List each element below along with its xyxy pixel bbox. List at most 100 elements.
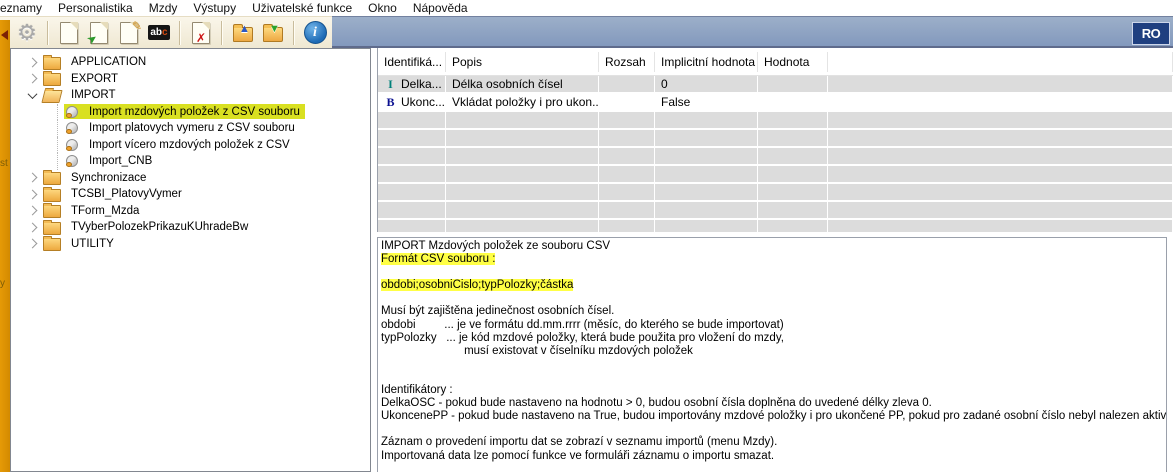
tree-item-import-platovych-vymeru-z-csv-souboru[interactable]: Import platovych vymeru z CSV souboru (11, 120, 370, 137)
table-cell (828, 202, 1173, 218)
column-header-identifik-[interactable]: Identifiká... (378, 52, 446, 72)
highlighted-text: obdobi;osobniCislo;typPolozky;částka (381, 279, 573, 291)
table-cell (446, 166, 599, 182)
info-icon[interactable]: i (302, 20, 328, 46)
table-cell (378, 202, 446, 218)
gear-icon[interactable]: ⚙ (14, 20, 40, 46)
table-cell (758, 166, 828, 182)
dock-strip[interactable]: st y (0, 20, 10, 472)
delete-document-icon[interactable]: ✗ (188, 20, 214, 46)
description-line (381, 358, 1166, 371)
table-row[interactable]: BUkonc...Vkládat položky i pro ukon...Fa… (378, 94, 1173, 110)
tree-item-label: TVyberPolozekPrikazuKUhradeBw (68, 221, 251, 233)
description-line (381, 423, 1166, 436)
table-row[interactable] (378, 148, 1173, 164)
table-cell (378, 220, 446, 232)
table-cell (655, 130, 758, 146)
table-row[interactable] (378, 202, 1173, 218)
description-line: Identifikátory : (381, 384, 1166, 397)
tree-item-label: UTILITY (68, 238, 117, 250)
chevron-right-icon[interactable] (28, 74, 38, 84)
parameter-table: Identifiká...PopisRozsahImplicitní hodno… (377, 48, 1173, 232)
table-cell (599, 76, 655, 92)
menu-item-v-stupy[interactable]: Výstupy (185, 1, 244, 15)
tree-item-import-v-cero-mzdov-ch-polo-ek-z-csv[interactable]: Import vícero mzdových položek z CSV (11, 137, 370, 154)
table-cell (655, 112, 758, 128)
tree-item-application[interactable]: APPLICATION (11, 54, 370, 71)
description-line: UkoncenePP - pokud bude nastaveno na Tru… (381, 410, 1166, 423)
chevron-right-icon[interactable] (28, 222, 38, 232)
chevron-right-icon[interactable] (28, 173, 38, 183)
menu-item-u-ivatelsk-funkce[interactable]: Uživatelské funkce (244, 1, 360, 15)
tree-item-tvyberpolozekprikazukuhradebw[interactable]: TVyberPolozekPrikazuKUhradeBw (11, 219, 370, 236)
table-row[interactable] (378, 220, 1173, 232)
table-cell: IDelka... (378, 76, 446, 92)
tree-item-label: TForm_Mzda (68, 205, 142, 217)
table-cell (828, 112, 1173, 128)
new-document-icon[interactable] (56, 20, 82, 46)
menu-item-okno[interactable]: Okno (360, 1, 405, 15)
tree-item-export[interactable]: EXPORT (11, 71, 370, 88)
table-cell (599, 184, 655, 200)
tree-item-utility[interactable]: UTILITY (11, 236, 370, 253)
chevron-right-icon[interactable] (28, 189, 38, 199)
table-row[interactable] (378, 184, 1173, 200)
abc-icon[interactable]: abc (146, 20, 172, 46)
table-cell (758, 148, 828, 164)
table-row[interactable] (378, 166, 1173, 182)
menu-item-personalistika[interactable]: Personalistika (50, 1, 141, 15)
table-cell (599, 112, 655, 128)
menu-item-n-pov-da[interactable]: Nápověda (405, 1, 476, 15)
folder-export-icon[interactable]: ▲ (230, 20, 256, 46)
column-header-spacer[interactable] (828, 52, 1173, 72)
table-row[interactable] (378, 130, 1173, 146)
folder-import-icon[interactable]: ▼ (260, 20, 286, 46)
column-header-hodnota[interactable]: Hodnota (758, 52, 828, 72)
table-cell: BUkonc... (378, 94, 446, 110)
table-cell (446, 148, 599, 164)
table-header-row: Identifiká...PopisRozsahImplicitní hodno… (378, 48, 1173, 76)
column-header-implicitn-hodnota[interactable]: Implicitní hodnota (655, 52, 758, 72)
chevron-right-icon[interactable] (28, 239, 38, 249)
table-cell (599, 148, 655, 164)
menu-bar: eznamyPersonalistikaMzdyVýstupyUživatels… (0, 0, 1173, 16)
table-cell (828, 184, 1173, 200)
folder-icon (43, 238, 61, 251)
table-row[interactable] (378, 112, 1173, 128)
table-cell (599, 202, 655, 218)
tree-item-tform-mzda[interactable]: TForm_Mzda (11, 203, 370, 220)
collapse-left-icon[interactable] (1, 30, 8, 40)
table-cell (446, 130, 599, 146)
tree-item-tcsbi-platovyvymer[interactable]: TCSBI_PlatovyVymer (11, 186, 370, 203)
description-line: IMPORT Mzdových položek ze souboru CSV (381, 240, 1166, 253)
import-document-icon[interactable]: ➤ (86, 20, 112, 46)
description-line: typPolozky ... je kód mzdové položky, kt… (381, 332, 1166, 345)
table-cell (828, 220, 1173, 232)
chevron-right-icon[interactable] (28, 206, 38, 216)
table-row[interactable]: IDelka...Délka osobních čísel0 (378, 76, 1173, 92)
table-cell (655, 148, 758, 164)
table-cell (828, 130, 1173, 146)
tree-item-import-cnb[interactable]: Import_CNB (11, 153, 370, 170)
tree-item-label: Import_CNB (86, 155, 155, 167)
table-cell (599, 166, 655, 182)
column-header-rozsah[interactable]: Rozsah (599, 52, 655, 72)
menu-item-mzdy[interactable]: Mzdy (141, 1, 186, 15)
chevron-down-icon[interactable] (28, 89, 38, 99)
menu-item-eznamy[interactable]: eznamy (0, 1, 50, 15)
tree-item-import[interactable]: IMPORT (11, 87, 370, 104)
table-cell (378, 112, 446, 128)
table-cell (599, 220, 655, 232)
description-line: musí existovat v číselníku mzdových polo… (381, 345, 1166, 358)
chevron-right-icon[interactable] (28, 57, 38, 67)
column-header-popis[interactable]: Popis (446, 52, 599, 72)
tree-item-import-mzdov-ch-polo-ek-z-csv-souboru[interactable]: Import mzdových položek z CSV souboru (11, 104, 370, 121)
table-cell (758, 202, 828, 218)
table-cell (758, 94, 828, 110)
table-cell (655, 220, 758, 232)
tree-item-synchronizace[interactable]: Synchronizace (11, 170, 370, 187)
table-cell (758, 220, 828, 232)
tree-item-label: Import vícero mzdových položek z CSV (86, 139, 293, 151)
table-cell (378, 130, 446, 146)
edit-document-icon[interactable]: ✎ (116, 20, 142, 46)
